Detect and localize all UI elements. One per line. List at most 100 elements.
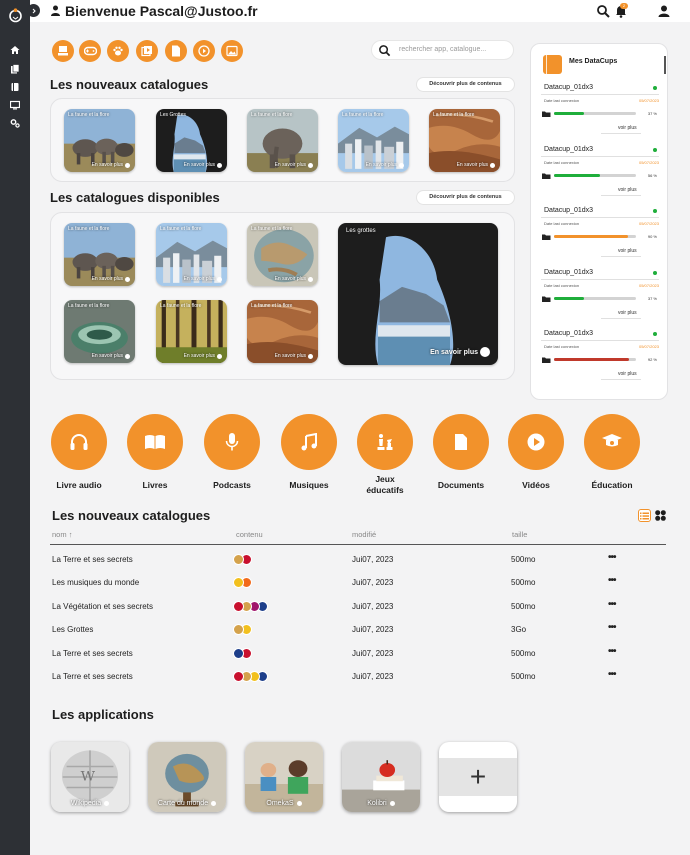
education-category-button[interactable]: [52, 40, 74, 62]
learn-more-label: En savoir plus: [430, 348, 478, 356]
add-application-button[interactable]: +: [439, 742, 517, 812]
more-options-icon[interactable]: •••: [608, 622, 616, 633]
last-connection-date: 05/07/2023: [638, 221, 659, 226]
category-circle: [281, 414, 337, 470]
catalog-card[interactable]: Les Grottes En savoir plus: [156, 109, 227, 172]
learn-more-link[interactable]: En savoir plus: [184, 162, 222, 168]
learn-more-label: En savoir plus: [183, 353, 215, 359]
catalog-card-title: La faune et la flore: [68, 112, 110, 118]
storage-progress-fill: [554, 173, 600, 177]
see-more-link[interactable]: voir plus: [618, 371, 637, 377]
catalog-card[interactable]: La faune et la flore En savoir plus: [64, 223, 135, 286]
microphone-icon: [225, 432, 239, 452]
monitor-icon[interactable]: [9, 99, 21, 111]
arrow-right-icon: [480, 347, 490, 357]
learn-more-link[interactable]: En savoir plus: [275, 353, 313, 359]
storage-progress-fill: [554, 358, 630, 361]
catalog-card[interactable]: La faune et la flore En savoir plus: [338, 109, 409, 172]
app-label-link[interactable]: OmekaS: [245, 800, 323, 807]
app-tile[interactable]: OmekaS: [245, 742, 323, 812]
list-view-button[interactable]: [638, 509, 651, 522]
catalog-card[interactable]: La faune et la flore En savoir plus: [429, 109, 500, 172]
book-icon[interactable]: [9, 81, 21, 93]
games-category-button[interactable]: [79, 40, 101, 62]
app-tile[interactable]: W Wikipedia: [51, 742, 129, 812]
learn-more-link[interactable]: En savoir plus: [366, 162, 404, 168]
app-tile[interactable]: Carte du monde: [148, 742, 226, 812]
see-more-link[interactable]: voir plus: [618, 125, 637, 131]
account-icon[interactable]: [657, 4, 671, 18]
learn-more-link[interactable]: En savoir plus: [275, 276, 313, 282]
files-icon[interactable]: [9, 63, 21, 75]
more-options-icon[interactable]: •••: [608, 599, 616, 610]
images-category-button[interactable]: [221, 40, 243, 62]
search-input[interactable]: rechercher app, catalogue...: [371, 40, 514, 60]
app-tile[interactable]: Kolibri: [342, 742, 420, 812]
category-microphone-button[interactable]: Podcasts: [204, 414, 260, 491]
search-icon[interactable]: [596, 4, 610, 18]
search-placeholder: rechercher app, catalogue...: [399, 46, 487, 53]
app-label: Kolibri: [367, 800, 387, 807]
datacup-name: Datacup_01dx3: [544, 330, 594, 337]
learn-more-link[interactable]: En savoir plus: [92, 162, 130, 168]
settings-icon[interactable]: [9, 117, 21, 129]
category-music-note-button[interactable]: Musiques: [281, 414, 337, 491]
learn-more-label: En savoir plus: [91, 162, 123, 168]
grid-view-button[interactable]: [654, 509, 667, 522]
animals-category-button[interactable]: [107, 40, 129, 62]
modified-date: Jui07, 2023: [352, 601, 394, 611]
see-more-link[interactable]: voir plus: [618, 187, 637, 193]
discover-more-button[interactable]: Découvrir plus de contenus: [416, 190, 515, 205]
learn-more-link[interactable]: En savoir plus: [430, 347, 490, 357]
app-label-link[interactable]: Wikipedia: [51, 800, 129, 807]
learn-more-link[interactable]: En savoir plus: [184, 276, 222, 282]
storage-progress-bar: [554, 112, 636, 115]
media-category-button[interactable]: [193, 40, 215, 62]
catalog-card[interactable]: La faune et la flore En savoir plus: [247, 300, 318, 363]
learn-more-link[interactable]: En savoir plus: [92, 276, 130, 282]
column-header-content[interactable]: contenu: [236, 530, 263, 539]
category-book-button[interactable]: Livres: [127, 414, 183, 491]
catalog-card[interactable]: Les grottes En savoir plus: [338, 223, 498, 365]
catalog-card[interactable]: La faune et la flore En savoir plus: [156, 223, 227, 286]
app-label: OmekaS: [266, 800, 294, 807]
see-more-link[interactable]: voir plus: [618, 310, 637, 316]
category-document-button[interactable]: Documents: [433, 414, 489, 491]
category-chess-button[interactable]: Jeux éducatifs: [357, 414, 413, 496]
column-header-modified[interactable]: modifié: [352, 530, 376, 539]
more-options-icon[interactable]: •••: [608, 646, 616, 657]
home-icon[interactable]: [9, 44, 21, 56]
catalog-card[interactable]: La faune et la flore En savoir plus: [156, 300, 227, 363]
app-label-link[interactable]: Carte du monde: [148, 800, 226, 807]
videos-category-button[interactable]: [136, 40, 158, 62]
learn-more-link[interactable]: En savoir plus: [92, 353, 130, 359]
catalog-card[interactable]: La faune et la flore En savoir plus: [247, 109, 318, 172]
learn-more-link[interactable]: En savoir plus: [275, 162, 313, 168]
app-label-link[interactable]: Kolibri: [342, 800, 420, 807]
documents-category-button[interactable]: [165, 40, 187, 62]
more-options-icon[interactable]: •••: [608, 669, 616, 680]
column-header-name[interactable]: nom ↑: [52, 530, 72, 539]
catalog-card[interactable]: La faune et la flore En savoir plus: [64, 109, 135, 172]
datacups-menu-handle[interactable]: [664, 56, 666, 74]
learn-more-link[interactable]: En savoir plus: [457, 162, 495, 168]
catalog-card[interactable]: La faune et la flore En savoir plus: [247, 223, 318, 286]
see-more-link[interactable]: voir plus: [618, 248, 637, 254]
category-circle: [433, 414, 489, 470]
learn-more-link[interactable]: En savoir plus: [184, 353, 222, 359]
catalog-size: 3Go: [511, 625, 527, 635]
catalog-card[interactable]: La faune et la flore En savoir plus: [64, 300, 135, 363]
last-connection-label: Date last connexion: [544, 98, 580, 103]
sidebar-toggle-button[interactable]: [27, 4, 40, 17]
more-options-icon[interactable]: •••: [608, 575, 616, 586]
category-play-button[interactable]: Vidéos: [508, 414, 564, 491]
catalog-size: 500mo: [511, 555, 536, 564]
category-graduation-cap-button[interactable]: Éducation: [584, 414, 640, 491]
folder-icon: [542, 357, 551, 363]
divider: [541, 155, 659, 157]
discover-more-button[interactable]: Découvrir plus de contenus: [416, 77, 515, 92]
category-headphones-button[interactable]: Livre audio: [51, 414, 107, 491]
column-header-size[interactable]: taille: [512, 530, 527, 539]
more-options-icon[interactable]: •••: [608, 552, 616, 563]
notification-badge: 2: [620, 3, 628, 9]
